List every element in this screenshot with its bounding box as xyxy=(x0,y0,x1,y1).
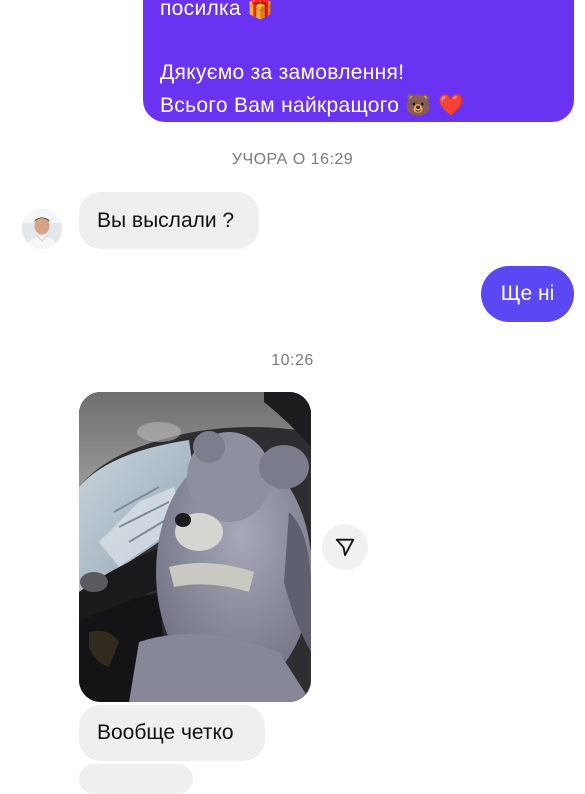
message-text: Ще ні xyxy=(500,282,555,305)
bear-emoji-icon: 🐻 xyxy=(405,93,432,117)
outgoing-message-bubble[interactable]: Ще ні xyxy=(481,266,574,322)
photo-message[interactable] xyxy=(79,392,311,702)
share-button[interactable] xyxy=(322,524,368,570)
heart-emoji-icon: ❤️ xyxy=(437,93,465,117)
timestamp: УЧОРА О 16:29 xyxy=(231,151,354,168)
message-line: Всього Вам найкращого 🐻 ❤️ xyxy=(160,89,556,122)
message-text: Вообще четко xyxy=(97,721,234,744)
timestamp: 10:26 xyxy=(271,352,314,369)
gift-emoji-icon: 🎁 xyxy=(247,0,274,20)
share-icon xyxy=(335,538,355,557)
incoming-message-bubble[interactable] xyxy=(79,764,193,794)
outgoing-message-bubble[interactable]: посилка 🎁 Дякуємо за замовлення! Всього … xyxy=(143,0,574,122)
avatar[interactable] xyxy=(22,209,62,249)
incoming-message-bubble[interactable]: Вообще четко xyxy=(79,705,265,761)
message-text: Вы выслали ? xyxy=(97,209,235,232)
teddy-bear-in-car-photo xyxy=(79,392,311,702)
message-text: Всього Вам найкращого xyxy=(160,94,400,117)
message-text: Дякуємо за замовлення! xyxy=(160,61,405,84)
line-break xyxy=(160,25,556,57)
message-text: посилка xyxy=(160,0,241,20)
incoming-message-bubble[interactable]: Вы выслали ? xyxy=(79,192,259,249)
message-line: посилка 🎁 xyxy=(160,0,556,25)
avatar-icon xyxy=(22,209,62,249)
